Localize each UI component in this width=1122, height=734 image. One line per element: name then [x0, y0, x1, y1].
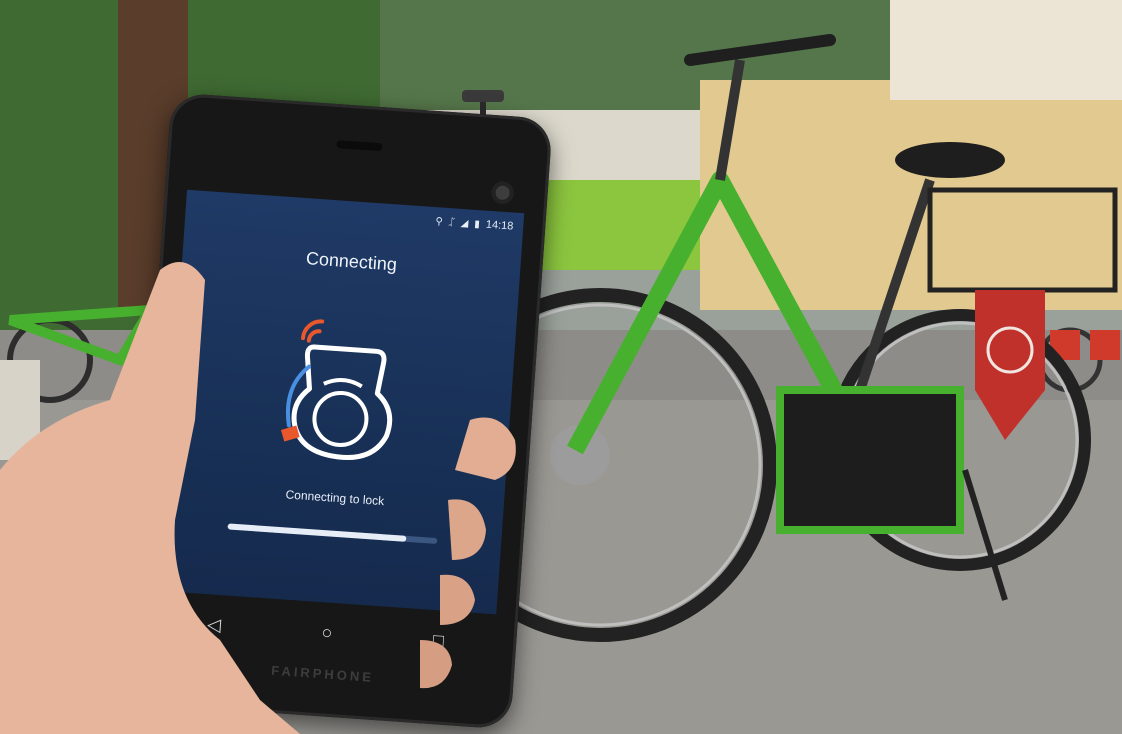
hand: [0, 262, 516, 734]
photo-scene: ⚲ ᛢ ◢ ▮ 14:18 Connecting Connecting to l…: [0, 0, 1122, 734]
